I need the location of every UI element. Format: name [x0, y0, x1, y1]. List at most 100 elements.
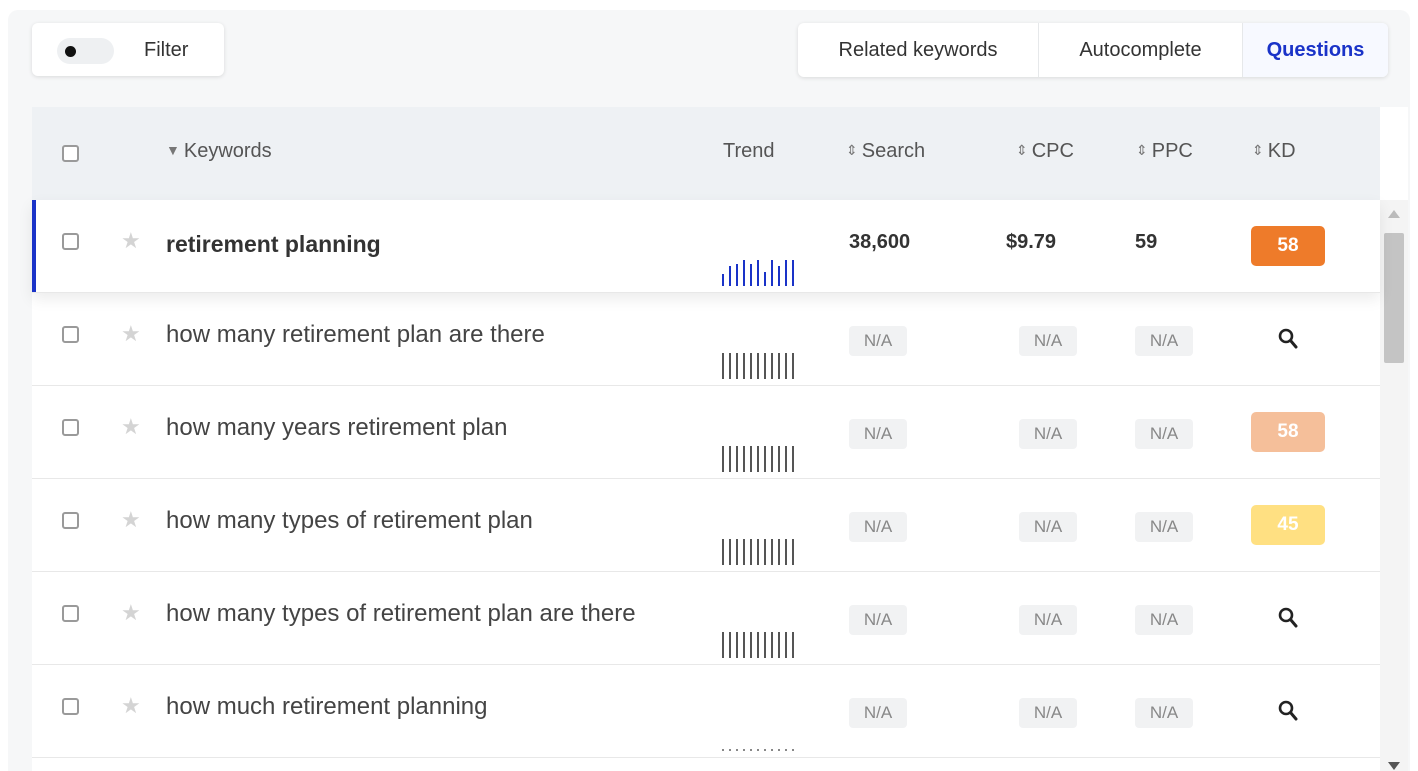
trend-bar: [736, 539, 738, 565]
search-volume-na: N/A: [849, 698, 907, 728]
star-icon[interactable]: ★: [121, 414, 141, 440]
search-volume-na: N/A: [849, 419, 907, 449]
trend-bar: [764, 353, 766, 379]
trend-bar: [757, 446, 759, 472]
table-row[interactable]: ★ how many types of retirement plan N/A N/A…: [32, 479, 1380, 572]
trend-bar: [792, 446, 794, 472]
column-kd-label: KD: [1267, 140, 1296, 162]
tab-related-keywords[interactable]: Related keywords: [798, 23, 1039, 77]
table-row[interactable]: ★ how many years retirement plan N/A N/A N/A…: [32, 386, 1380, 479]
tab-questions[interactable]: Questions: [1243, 23, 1388, 77]
row-checkbox[interactable]: [62, 326, 79, 343]
search-volume-na: N/A: [849, 512, 907, 542]
row-checkbox[interactable]: [62, 698, 79, 715]
trend-bar: [764, 539, 766, 565]
column-cpc[interactable]: ⇕ CPC: [1016, 140, 1074, 163]
column-search[interactable]: ⇕ Search: [846, 140, 925, 163]
scrollbar[interactable]: [1380, 200, 1408, 771]
filter-label: Filter: [144, 39, 189, 61]
row-checkbox[interactable]: [62, 419, 79, 436]
scroll-thumb[interactable]: [1384, 233, 1404, 363]
keyword-text[interactable]: how many types of retirement plan are th…: [166, 600, 636, 628]
keyword-text[interactable]: how much retirement planning: [166, 693, 488, 721]
trend-bar: [736, 632, 738, 658]
trend-bar: [785, 260, 787, 286]
scroll-up-arrow-icon[interactable]: [1388, 210, 1400, 218]
trend-bar: [785, 632, 787, 658]
trend-bar: [736, 353, 738, 379]
column-ppc[interactable]: ⇕ PPC: [1136, 140, 1193, 163]
table-row[interactable]: ★ retirement planning 38,600 $9.79 59 58: [32, 200, 1380, 293]
trend-bar: [764, 446, 766, 472]
trend-bar: [778, 446, 780, 472]
trend-bar: [785, 539, 787, 565]
star-icon[interactable]: ★: [121, 600, 141, 626]
search-icon[interactable]: [1278, 607, 1298, 629]
trend-bar: [722, 353, 724, 379]
row-checkbox[interactable]: [62, 233, 79, 250]
trend-bar: [750, 539, 752, 565]
trend-bar: [750, 353, 752, 379]
trend-bar: [757, 260, 759, 286]
trend-bar: [743, 749, 745, 751]
star-icon[interactable]: ★: [121, 321, 141, 347]
trend-bar: [778, 266, 780, 286]
ppc-value: 59: [1135, 231, 1158, 253]
sort-desc-icon: ▼: [166, 142, 180, 158]
search-volume-na: N/A: [849, 605, 907, 635]
trend-sparkline: [722, 632, 804, 658]
table-row[interactable]: ★ how many types of retirement plan are t…: [32, 572, 1380, 665]
column-keywords[interactable]: ▼ Keywords: [166, 140, 272, 163]
trend-bar: [729, 266, 731, 286]
trend-bar: [792, 260, 794, 286]
keyword-text[interactable]: how many years retirement plan: [166, 414, 507, 442]
column-kd[interactable]: ⇕ KD: [1252, 140, 1296, 163]
search-icon[interactable]: [1278, 328, 1298, 350]
keyword-text[interactable]: how many retirement plan are there: [166, 321, 545, 349]
trend-bar: [778, 539, 780, 565]
trend-bar: [750, 632, 752, 658]
sort-icon: ⇕: [1252, 142, 1264, 158]
column-search-label: Search: [861, 140, 926, 162]
trend-bar: [792, 632, 794, 658]
trend-sparkline: [722, 446, 804, 472]
trend-sparkline: [722, 260, 804, 286]
keyword-text[interactable]: retirement planning: [166, 231, 381, 258]
search-icon[interactable]: [1278, 700, 1298, 722]
cpc-na: N/A: [1019, 419, 1077, 449]
tab-autocomplete[interactable]: Autocomplete: [1039, 23, 1243, 77]
sort-icon: ⇕: [1136, 142, 1148, 158]
trend-bar: [743, 632, 745, 658]
trend-sparkline: [722, 353, 804, 379]
trend-bar: [743, 539, 745, 565]
scroll-down-arrow-icon[interactable]: [1388, 762, 1400, 770]
select-all-checkbox[interactable]: [62, 145, 79, 162]
table-row[interactable]: ★ how much retirement planning N/A N/A N/A: [32, 665, 1380, 758]
trend-bar: [778, 353, 780, 379]
trend-bar: [722, 446, 724, 472]
star-icon[interactable]: ★: [121, 693, 141, 719]
trend-bar: [771, 632, 773, 658]
trend-bar: [757, 749, 759, 751]
filter-control: Filter: [32, 23, 224, 76]
cpc-na: N/A: [1019, 512, 1077, 542]
trend-bar: [757, 632, 759, 658]
star-icon[interactable]: ★: [121, 507, 141, 533]
ppc-na: N/A: [1135, 698, 1193, 728]
row-checkbox[interactable]: [62, 512, 79, 529]
column-keywords-label: Keywords: [183, 140, 272, 162]
trend-bar: [736, 264, 738, 286]
toggle-knob: [65, 46, 76, 57]
trend-bar: [764, 749, 766, 751]
star-icon[interactable]: ★: [121, 228, 141, 254]
active-row-indicator: [32, 200, 36, 292]
trend-sparkline: [722, 539, 804, 565]
trend-bar: [750, 749, 752, 751]
table-row[interactable]: ★ how many retirement plan are there N/A N/…: [32, 293, 1380, 386]
trend-bar: [736, 749, 738, 751]
row-checkbox[interactable]: [62, 605, 79, 622]
filter-toggle[interactable]: [57, 38, 114, 64]
keyword-text[interactable]: how many types of retirement plan: [166, 507, 533, 535]
cpc-value: $9.79: [1006, 231, 1057, 253]
keywords-table: ▼ Keywords Trend ⇕ Search ⇕ CPC ⇕ PPC ⇕ KD ★ r…: [32, 107, 1408, 771]
